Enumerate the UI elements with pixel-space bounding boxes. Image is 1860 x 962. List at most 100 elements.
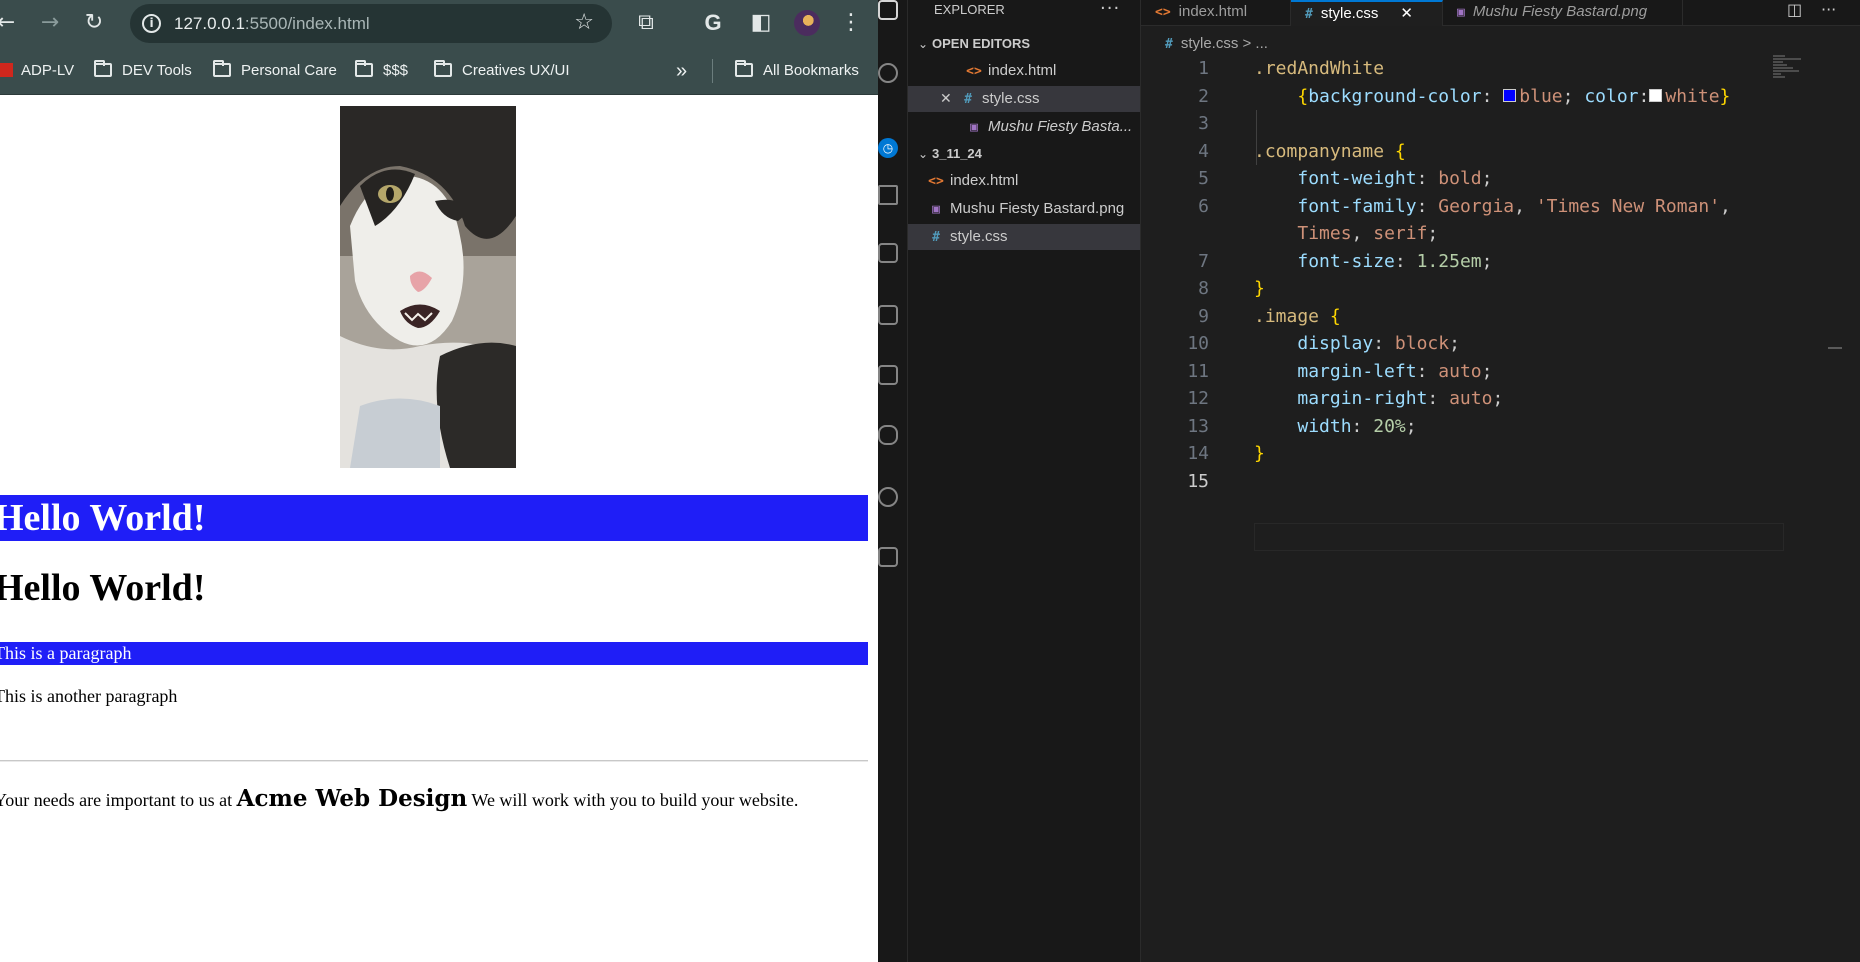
all-bookmarks-button[interactable]: All Bookmarks (735, 47, 859, 95)
remote-explorer-activity-icon[interactable] (878, 300, 908, 330)
code-line: font-family: Georgia, 'Times New Roman', (1297, 195, 1731, 217)
code-line: .image { (1254, 305, 1341, 327)
address-bar[interactable]: i 127.0.0.1:5500/index.html ☆ (130, 4, 612, 43)
explorer-activity-icon[interactable] (878, 0, 908, 25)
code-line: {background-color: blue; color: white} (1297, 85, 1731, 107)
banner-heading: Hello World! (0, 495, 868, 541)
close-tab-icon[interactable]: ✕ (1400, 4, 1413, 22)
back-arrow-icon[interactable]: ← (0, 9, 20, 37)
code-line: width: 20%; (1297, 415, 1417, 437)
forward-arrow-icon[interactable]: → (36, 9, 64, 37)
close-icon[interactable]: ✕ (940, 86, 956, 112)
footer-paragraph: Your needs are important to us at Acme W… (0, 785, 799, 812)
explorer-sidebar: EXPLORER ··· ⌄ OPEN EDITORS <> index.html … (908, 0, 1141, 962)
line-number: 3 (1198, 113, 1209, 134)
bookmark-creatives[interactable]: Creatives UX/UI (434, 47, 570, 95)
search-activity-icon[interactable] (878, 58, 908, 88)
code-line: font-weight: bold; (1297, 168, 1493, 189)
folder-icon (355, 60, 373, 77)
folder-file-item[interactable]: ▣ Mushu Fiesty Bastard.png (908, 196, 1140, 222)
more-bookmarks-button[interactable]: » (676, 47, 687, 95)
explorer-more-icon[interactable]: ··· (1100, 0, 1120, 19)
folder-icon (213, 60, 231, 77)
folder-icon (434, 60, 452, 77)
explorer-title: EXPLORER (934, 2, 1005, 17)
code-line: .companyname { (1254, 140, 1406, 162)
page-heading: Hello World! (0, 567, 206, 609)
line-number: 12 (1187, 388, 1209, 409)
code-line: } (1254, 278, 1265, 299)
code-line: font-size: 1.25em; (1297, 250, 1493, 272)
folder-icon (94, 60, 112, 77)
folder-file-item-active[interactable]: # style.css (908, 224, 1140, 250)
line-number: 14 (1187, 443, 1209, 464)
vscode-window: ◷ EXPLORER ··· ⌄ OPEN EDITORS <> index.htm… (878, 0, 1860, 962)
webpage-content: Hello World! Hello World! This is a para… (0, 96, 878, 962)
folder-file-item[interactable]: <> index.html (908, 168, 1140, 194)
minimap[interactable] (1773, 55, 1803, 95)
scrollbar-marker (1828, 347, 1842, 349)
tab-index-html[interactable]: <> index.html (1141, 0, 1291, 26)
company-name: Acme Web Design (236, 785, 468, 812)
css-file-icon: # (964, 92, 972, 107)
open-editor-item[interactable]: ▣ Mushu Fiesty Basta... (908, 114, 1140, 140)
bookmark-dev-tools[interactable]: DEV Tools (94, 47, 192, 95)
open-editors-section[interactable]: ⌄ OPEN EDITORS (918, 32, 1030, 56)
line-number: 9 (1198, 305, 1209, 327)
code-line: display: block; (1297, 333, 1460, 354)
breadcrumb[interactable]: # style.css > ... (1141, 33, 1268, 55)
image-file-icon: ▣ (1457, 5, 1465, 20)
profile-avatar[interactable] (794, 10, 820, 36)
bookmark-money[interactable]: $$$ (355, 47, 408, 95)
editor-more-icon[interactable]: ··· (1821, 0, 1836, 26)
package-activity-icon[interactable] (878, 360, 908, 390)
color-swatch-blue[interactable] (1503, 88, 1517, 102)
html-file-icon: <> (1155, 5, 1171, 20)
folder-section[interactable]: ⌄ 3_11_24 (918, 142, 982, 166)
extensions-icon[interactable]: ⧉ (632, 9, 660, 37)
menu-dots-icon[interactable]: ⋮ (837, 9, 865, 37)
browser-window: ← → ↻ i 127.0.0.1:5500/index.html ☆ ⧉ G … (0, 0, 878, 962)
bookmark-adp-lv[interactable]: ADP-LV (0, 47, 74, 95)
color-swatch-white[interactable] (1649, 88, 1663, 102)
bookmarks-separator (712, 59, 713, 83)
chevron-down-icon: ⌄ (918, 37, 929, 51)
line-number: 10 (1187, 333, 1209, 354)
code-line: margin-left: auto; (1297, 360, 1493, 382)
side-panel-icon[interactable]: ◧ (747, 9, 775, 37)
github-activity-icon[interactable] (878, 482, 908, 512)
bookmark-star-icon[interactable]: ☆ (574, 10, 594, 36)
extensions-activity-icon[interactable] (878, 238, 908, 268)
css-file-icon: # (1305, 7, 1313, 22)
tab-style-css[interactable]: # style.css ✕ (1291, 0, 1443, 26)
adp-logo-icon (0, 63, 13, 77)
line-number: 2 (1198, 85, 1209, 107)
line-number: 5 (1198, 168, 1209, 189)
banner-paragraph: This is a paragraph (0, 642, 868, 665)
reload-icon[interactable]: ↻ (80, 9, 108, 37)
open-editor-item[interactable]: <> index.html (908, 58, 1140, 84)
site-info-icon[interactable]: i (142, 14, 161, 33)
code-line-wrapped: Times, serif; (1297, 223, 1439, 244)
line-number: 6 (1198, 195, 1209, 217)
horizontal-rule (0, 760, 868, 762)
chat-activity-icon[interactable] (878, 542, 908, 572)
bookmark-personal-care[interactable]: Personal Care (213, 47, 337, 95)
google-icon[interactable]: G (699, 9, 727, 37)
open-editor-item-active[interactable]: ✕ # style.css (908, 86, 1140, 112)
code-editor[interactable]: 1 2 3 4 5 6 7 8 9 10 11 12 13 14 15 .red… (1141, 55, 1784, 962)
url-text[interactable]: 127.0.0.1:5500/index.html (174, 4, 370, 43)
run-debug-activity-icon[interactable] (878, 180, 908, 210)
tab-image[interactable]: ▣ Mushu Fiesty Bastard.png (1443, 0, 1683, 26)
split-editor-icon[interactable]: ◫ (1787, 0, 1802, 26)
clock-icon[interactable]: ◷ (878, 138, 898, 158)
line-number: 1 (1198, 58, 1209, 79)
line-number: 13 (1187, 415, 1209, 437)
current-line-highlight (1254, 523, 1784, 551)
css-file-icon: # (932, 230, 940, 245)
image-file-icon: ▣ (932, 202, 940, 217)
chevron-down-icon: ⌄ (918, 147, 929, 161)
code-line: .redAndWhite (1254, 58, 1385, 79)
database-activity-icon[interactable] (878, 420, 908, 450)
browser-toolbar: ← → ↻ i 127.0.0.1:5500/index.html ☆ ⧉ G … (0, 0, 878, 47)
